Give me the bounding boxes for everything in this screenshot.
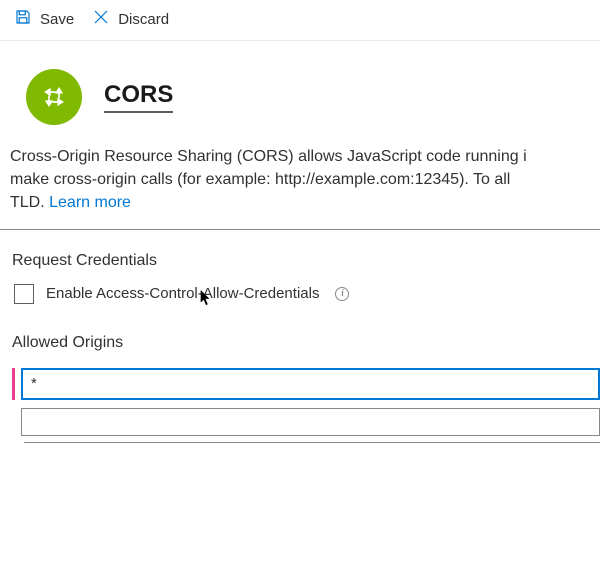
- page-header: CORS: [0, 41, 600, 133]
- page-title: CORS: [104, 81, 173, 113]
- enable-credentials-checkbox[interactable]: [14, 284, 34, 304]
- save-label: Save: [40, 11, 74, 28]
- save-button[interactable]: Save: [14, 8, 74, 30]
- discard-button[interactable]: Discard: [92, 8, 169, 30]
- description-text-line1: Cross-Origin Resource Sharing (CORS) all…: [10, 148, 527, 165]
- description-text-line2: make cross-origin calls (for example: ht…: [10, 171, 510, 188]
- divider: [24, 442, 600, 443]
- allowed-origin-input[interactable]: [21, 368, 600, 400]
- save-icon: [14, 8, 32, 30]
- allowed-origins-section: Allowed Origins: [0, 334, 600, 443]
- discard-label: Discard: [118, 11, 169, 28]
- description-text-line3: TLD.: [10, 194, 49, 211]
- enable-credentials-label: Enable Access-Control-Allow-Credentials: [46, 285, 319, 302]
- request-credentials-label: Request Credentials: [0, 252, 600, 284]
- origin-row: [12, 408, 600, 436]
- description: Cross-Origin Resource Sharing (CORS) all…: [0, 133, 600, 230]
- allowed-origins-label: Allowed Origins: [12, 334, 600, 352]
- toolbar: Save Discard: [0, 0, 600, 41]
- info-icon[interactable]: i: [335, 287, 349, 301]
- credentials-checkbox-row: Enable Access-Control-Allow-Credentials …: [0, 284, 600, 334]
- allowed-origin-input[interactable]: [21, 408, 600, 436]
- cors-icon: [26, 69, 82, 125]
- close-icon: [92, 8, 110, 30]
- learn-more-link[interactable]: Learn more: [49, 194, 131, 211]
- origin-row: [12, 368, 600, 400]
